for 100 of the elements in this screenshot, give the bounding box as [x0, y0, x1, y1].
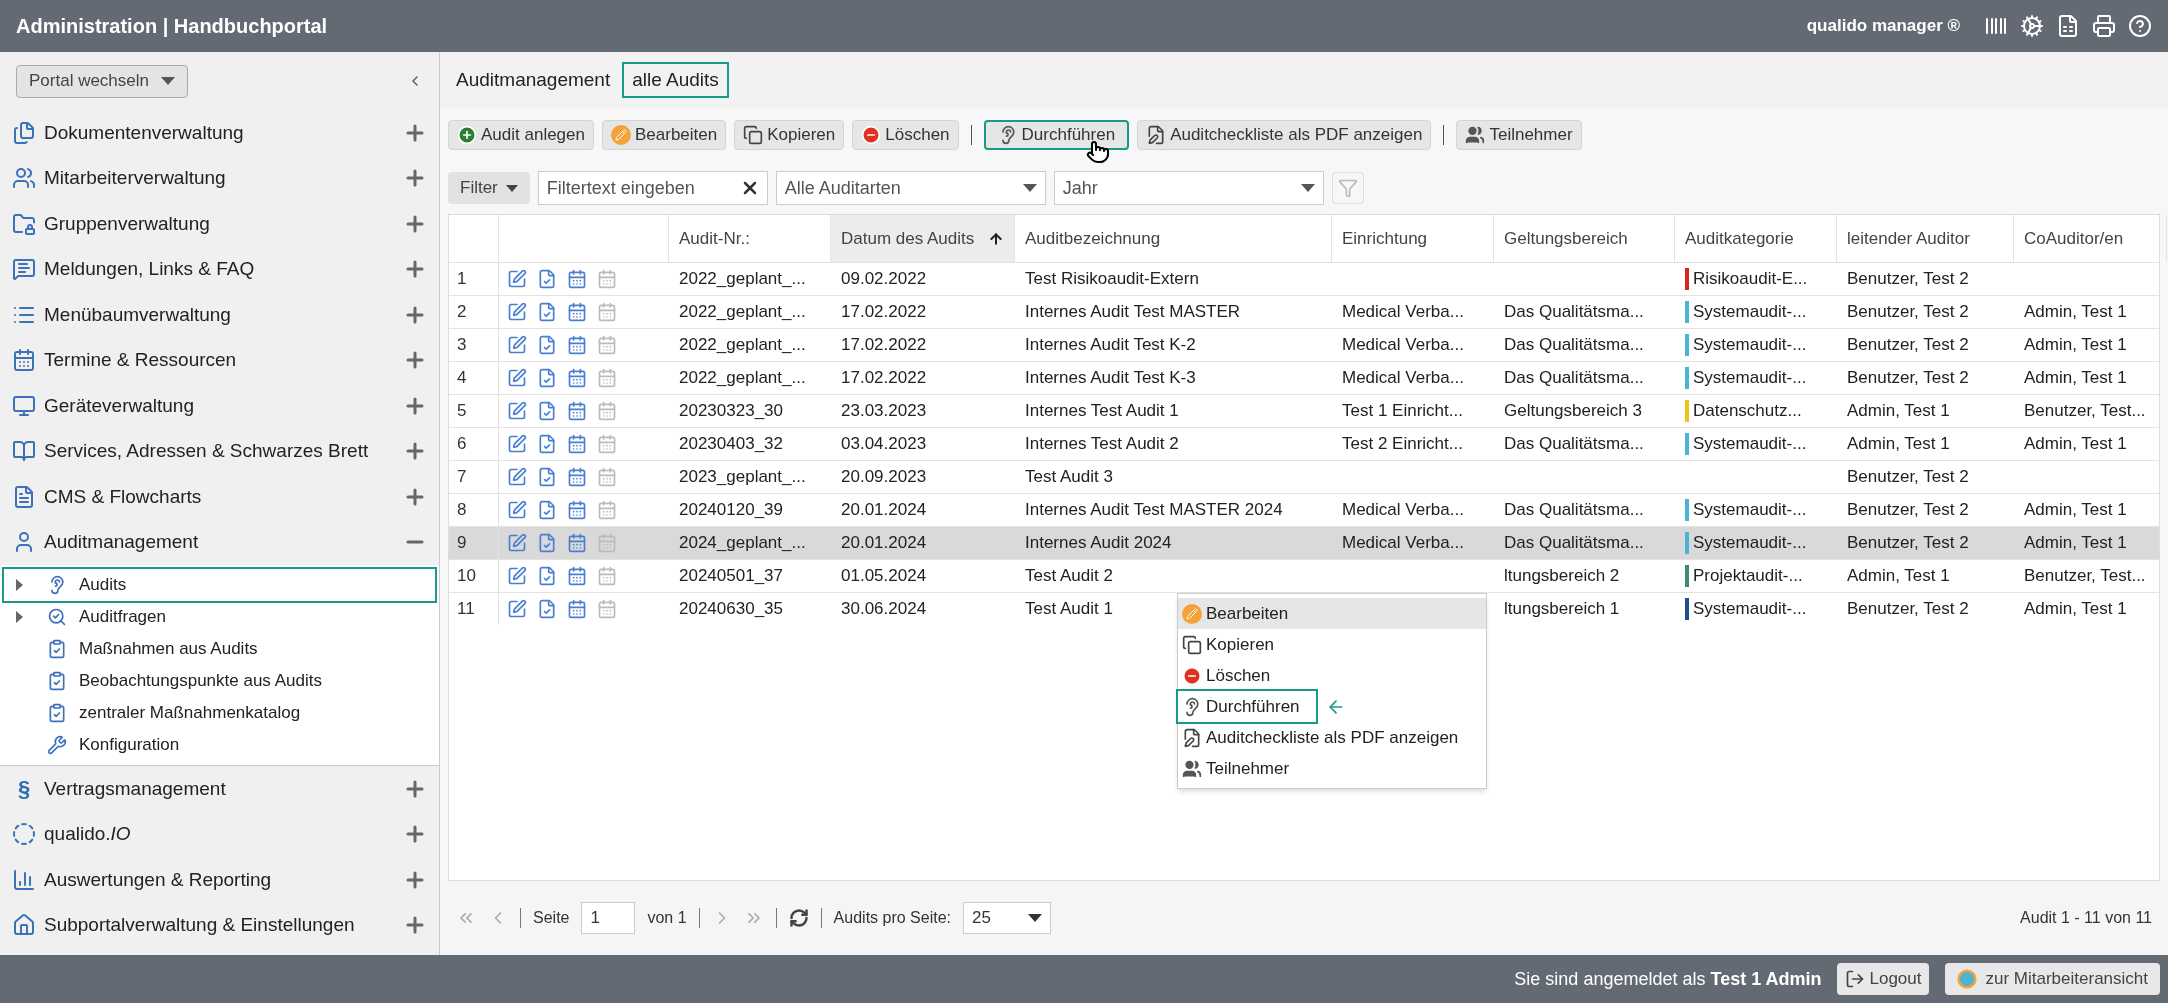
table-row[interactable]: 5 20230323_30 23.03.2023 Internes Test Audit 1 Test 1 Einricht... Geltungsbereich 3 Datenschutz... Admin, Test 1 Benutzer, Test...: [449, 394, 2159, 427]
portal-switch-button[interactable]: Portal wechseln: [16, 64, 188, 98]
edit-icon[interactable]: [507, 566, 527, 586]
sidebar-item[interactable]: § Vertragsmanagement: [0, 766, 439, 812]
column-header[interactable]: Datum des Audits: [831, 215, 1015, 262]
table-row[interactable]: 3 2022_geplant_... 17.02.2022 Internes Audit Test K-2 Medical Verba... Das Qualitätsma... Systemaudit-... Benutzer, Test 2 Admin, Test 1: [449, 328, 2159, 361]
checklist-icon[interactable]: [537, 401, 557, 421]
table-row[interactable]: 4 2022_geplant_... 17.02.2022 Internes Audit Test K-3 Medical Verba... Das Qualitätsma... Systemaudit-... Benutzer, Test 2 Admin, Test 1: [449, 361, 2159, 394]
column-header[interactable]: leitender Auditor: [1837, 215, 2014, 262]
logout-button[interactable]: Logout: [1837, 963, 1930, 995]
checklist-icon[interactable]: [537, 368, 557, 388]
expand-arrow-icon[interactable]: [16, 579, 23, 591]
column-header[interactable]: Geltungsbereich: [1494, 215, 1675, 262]
calendar-icon[interactable]: [567, 434, 587, 454]
edit-icon[interactable]: [507, 368, 527, 388]
checklist-icon[interactable]: [537, 467, 557, 487]
toolbar-button[interactable]: Teilnehmer: [1456, 120, 1582, 150]
toolbar-button[interactable]: Kopieren: [734, 120, 845, 150]
table-cell: Medical Verba...: [1342, 368, 1464, 388]
help-icon[interactable]: [2128, 14, 2152, 38]
tree-item[interactable]: zentraler Maßnahmenkatalog: [4, 697, 435, 729]
checklist-icon[interactable]: [537, 533, 557, 553]
toolbar-button[interactable]: Audit anlegen: [448, 120, 594, 150]
edit-icon[interactable]: [507, 533, 527, 553]
sidebar-item[interactable]: Gruppenverwaltung: [0, 201, 439, 247]
sidebar-item[interactable]: Menübaumverwaltung: [0, 292, 439, 338]
per-page-select[interactable]: 25: [963, 902, 1051, 934]
checklist-icon[interactable]: [537, 500, 557, 520]
filter-field[interactable]: Filtertext eingeben: [537, 171, 768, 205]
tree-item[interactable]: Konfiguration: [4, 729, 435, 761]
sidebar-item[interactable]: Meldungen, Links & FAQ: [0, 246, 439, 292]
table-cell: Admin, Test 1: [2024, 335, 2127, 355]
table-row[interactable]: 9 2024_geplant_... 20.01.2024 Internes Audit 2024 Medical Verba... Das Qualitätsma... Systemaudit-... Benutzer, Test 2 Admin, Test 1: [449, 526, 2159, 559]
audit-type-select[interactable]: Alle Auditarten: [775, 171, 1046, 205]
checklist-icon[interactable]: [537, 434, 557, 454]
calendar-icon[interactable]: [567, 566, 587, 586]
menu-item[interactable]: Löschen: [1178, 660, 1486, 691]
expand-arrow-icon[interactable]: [16, 611, 23, 623]
search-check-icon: [47, 607, 67, 627]
menu-item[interactable]: Auditcheckliste als PDF anzeigen: [1178, 722, 1486, 753]
calendar-icon[interactable]: [567, 302, 587, 322]
calendar-icon[interactable]: [567, 467, 587, 487]
calendar-icon[interactable]: [567, 500, 587, 520]
edit-icon[interactable]: [507, 599, 527, 619]
menu-item[interactable]: Durchführen: [1178, 691, 1316, 722]
page-field[interactable]: 1: [581, 902, 636, 934]
sidebar-item[interactable]: Mitarbeiterverwaltung: [0, 155, 439, 201]
employee-view-button[interactable]: zur Mitarbeiteransicht: [1945, 963, 2160, 995]
sidebar-item[interactable]: Dokumentenverwaltung: [0, 110, 439, 156]
menu-item[interactable]: Kopieren: [1178, 629, 1486, 660]
column-header[interactable]: CoAuditor/en: [2014, 215, 2167, 262]
calendar-icon[interactable]: [567, 401, 587, 421]
toolbar-button[interactable]: Löschen: [852, 120, 959, 150]
table-row[interactable]: 1 2022_geplant_... 09.02.2022 Test Risikoaudit-Extern Risikoaudit-E... Benutzer, Test 2: [449, 262, 2159, 295]
tree-item[interactable]: Auditfragen: [4, 601, 435, 633]
calendar-icon[interactable]: [567, 335, 587, 355]
calendar-icon[interactable]: [567, 599, 587, 619]
edit-icon[interactable]: [507, 500, 527, 520]
tree-item[interactable]: Audits: [4, 569, 435, 601]
edit-icon[interactable]: [507, 335, 527, 355]
edit-icon[interactable]: [507, 434, 527, 454]
menu-item[interactable]: Bearbeiten: [1178, 598, 1486, 629]
sidebar-item[interactable]: Geräteverwaltung: [0, 383, 439, 429]
calendar-icon[interactable]: [567, 533, 587, 553]
print-icon[interactable]: [2092, 14, 2116, 38]
toolbar-button[interactable]: Auditcheckliste als PDF anzeigen: [1137, 120, 1432, 150]
table-row[interactable]: 7 2023_geplant_... 20.09.2023 Test Audit 3 Benutzer, Test 2: [449, 460, 2159, 493]
checklist-icon[interactable]: [537, 335, 557, 355]
calendar-icon[interactable]: [567, 269, 587, 289]
table-cell: 20230403_32: [679, 434, 783, 454]
sidebar-item[interactable]: Termine & Ressourcen: [0, 337, 439, 383]
checklist-icon[interactable]: [537, 566, 557, 586]
toolbar-button[interactable]: Bearbeiten: [602, 120, 727, 150]
table-row[interactable]: 10 20240501_37 01.05.2024 Test Audit 2 ltungsbereich 2 Projektaudit-... Admin, Test 1 Benutzer, Test...: [449, 559, 2159, 592]
table-row[interactable]: 6 20230403_32 03.04.2023 Internes Test Audit 2 Test 2 Einricht... Das Qualitätsma... Systemaudit-... Admin, Test 1 Admin, Test 1: [449, 427, 2159, 460]
tree-item[interactable]: Maßnahmen aus Audits: [4, 633, 435, 665]
column-header[interactable]: Auditkategorie: [1675, 215, 1837, 262]
checklist-icon[interactable]: [537, 269, 557, 289]
spreadsheet-icon[interactable]: [2056, 14, 2080, 38]
sidebar-item[interactable]: CMS & Flowcharts: [0, 474, 439, 520]
filter-button[interactable]: Filter: [448, 172, 530, 204]
edit-icon[interactable]: [507, 401, 527, 421]
sidebar-item[interactable]: Services, Adressen & Schwarzes Brett: [0, 428, 439, 474]
menu-item[interactable]: Teilnehmer: [1178, 753, 1486, 784]
year-select[interactable]: Jahr: [1053, 171, 1324, 205]
sidebar-item[interactable]: Subportalverwaltung & Einstellungen: [0, 902, 439, 948]
tree-item[interactable]: Beobachtungspunkte aus Audits: [4, 665, 435, 697]
edit-icon[interactable]: [507, 467, 527, 487]
checklist-icon[interactable]: [537, 302, 557, 322]
refresh-icon[interactable]: [788, 908, 809, 928]
sidebar-item[interactable]: qualido.IO: [0, 811, 439, 857]
edit-icon[interactable]: [507, 302, 527, 322]
checklist-icon[interactable]: [537, 599, 557, 619]
column-header[interactable]: Einrichtung: [1332, 215, 1494, 262]
edit-icon[interactable]: [507, 269, 527, 289]
calendar-icon[interactable]: [567, 368, 587, 388]
sidebar-item[interactable]: Auditmanagement: [0, 519, 439, 565]
sidebar-item[interactable]: Auswertungen & Reporting: [0, 857, 439, 903]
table-row[interactable]: 2 2022_geplant_... 17.02.2022 Internes Audit Test MASTER Medical Verba... Das Qualitätsma... Systemaudit-... Benutzer, Test 2 Admin, Test 1: [449, 295, 2159, 328]
column-header[interactable]: Auditbezeichnung: [1015, 215, 1332, 262]
